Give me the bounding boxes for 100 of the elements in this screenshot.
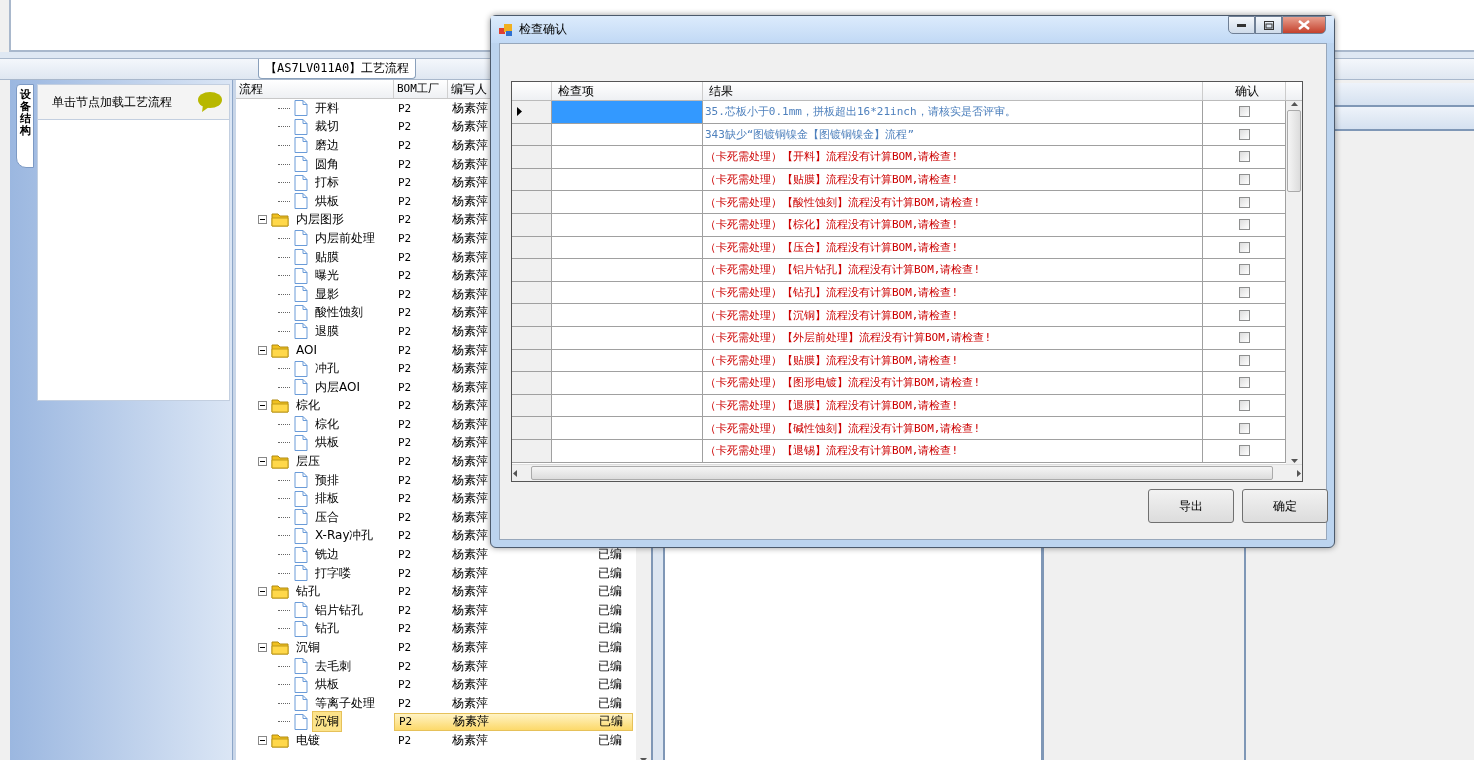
tree-node-label[interactable]: X-Ray冲孔 (312, 525, 377, 547)
tree-node-label[interactable]: 去毛刺 (312, 655, 354, 677)
tree-node-label[interactable]: 圆角 (312, 153, 342, 175)
table-cell-text: P2 (397, 157, 413, 171)
collapse-icon[interactable] (258, 457, 267, 467)
collapse-icon[interactable] (258, 401, 267, 411)
checkbox[interactable] (1238, 128, 1250, 140)
file-icon (294, 602, 308, 619)
table-cell[interactable] (552, 101, 703, 123)
table-cell-text: 杨素萍 (451, 415, 489, 433)
table-cell-text: 杨素萍 (451, 155, 489, 173)
tree-node-label[interactable]: 电镀 (293, 730, 323, 751)
checkbox[interactable] (1238, 445, 1250, 457)
checkbox[interactable] (1238, 174, 1250, 186)
panel-hint: 单击节点加载工艺流程 (52, 93, 172, 111)
scrollbar[interactable] (512, 464, 1302, 481)
table-cell-text: 杨素萍 (451, 471, 489, 489)
file-icon (294, 230, 308, 247)
checkbox[interactable] (1238, 264, 1250, 276)
file-icon (294, 472, 308, 489)
tree-node-label[interactable]: 钻孔 (312, 618, 342, 640)
tree-node-label[interactable]: 贴膜 (312, 246, 342, 268)
file-icon (294, 546, 308, 563)
table-cell: （卡死需处理）【贴膜】流程没有计算BOM,请检查! (703, 168, 1203, 191)
table-cell-text: P2 (397, 417, 413, 431)
checkbox[interactable] (1238, 377, 1250, 389)
folder-icon (271, 398, 289, 414)
table-cell-text: 杨素萍 (451, 341, 489, 359)
collapse-icon[interactable] (258, 345, 267, 355)
tree-node-label[interactable]: 烘板 (312, 432, 342, 454)
checkbox[interactable] (1238, 106, 1250, 118)
table-cell: 35.芯板小于0.1mm，拼板超出16*21inch，请核实是否评审。 (703, 101, 1203, 123)
table-cell: （卡死需处理）【沉铜】流程没有计算BOM,请检查! (703, 304, 1203, 326)
checkbox[interactable] (1238, 219, 1250, 231)
folder-icon (271, 454, 289, 470)
table-cell: （卡死需处理）【图形电镀】流程没有计算BOM,请检查! (703, 372, 1203, 394)
table-cell-text: 杨素萍 (451, 434, 489, 452)
file-icon (294, 435, 308, 451)
checkbox[interactable] (1238, 287, 1250, 299)
table-cell-text: P2 (397, 548, 413, 562)
row-header[interactable] (512, 101, 552, 123)
column-header[interactable]: 流程 (236, 80, 394, 98)
table-cell-text: P2 (397, 120, 413, 134)
file-icon (294, 174, 308, 191)
table-cell-text: P2 (397, 269, 413, 283)
scroll-thumb[interactable] (531, 466, 1273, 480)
tree-node-label[interactable]: 沉铜 (293, 637, 323, 658)
scrollbar[interactable] (1286, 101, 1302, 464)
maximize-button[interactable] (1255, 16, 1282, 34)
splitter-bar[interactable] (232, 80, 236, 760)
checkbox[interactable] (1238, 241, 1250, 253)
dialog-button[interactable]: 确定 (1242, 489, 1328, 523)
tree-node-label[interactable]: AOI (293, 341, 320, 359)
tree-node-label[interactable]: 裁切 (312, 116, 342, 138)
file-icon (294, 509, 308, 526)
file-icon (294, 118, 308, 135)
checkbox[interactable] (1238, 354, 1250, 366)
checkbox[interactable] (1238, 196, 1250, 208)
dialog-button[interactable]: 导出 (1148, 489, 1234, 523)
table-cell-text: 杨素萍 (451, 694, 489, 712)
table-cell-text: P2 (397, 641, 413, 654)
tree-node-label[interactable]: 磨边 (312, 135, 342, 156)
table-cell-text: 已编 (597, 657, 623, 675)
checkbox[interactable] (1238, 422, 1250, 434)
collapse-icon[interactable] (258, 215, 267, 225)
table-cell: 343缺少“图镀铜镍金【图镀铜镍金】流程” (703, 123, 1203, 146)
file-icon (294, 304, 308, 321)
close-icon (1298, 20, 1310, 30)
table-cell-text: 杨素萍 (451, 546, 489, 564)
table-cell: （卡死需处理）【铝片钻孔】流程没有计算BOM,请检查! (703, 259, 1203, 281)
minimize-button[interactable] (1228, 16, 1255, 34)
table-cell-text: P2 (397, 287, 413, 301)
side-tab[interactable]: 设备结构 (16, 84, 34, 168)
document-tab[interactable]: 【AS7LV011A0】工艺流程 (258, 59, 417, 79)
collapse-icon[interactable] (258, 736, 267, 745)
checkbox[interactable] (1238, 309, 1250, 321)
close-button[interactable] (1282, 16, 1326, 34)
table-cell-text: 杨素萍 (451, 583, 489, 601)
tree-node-label[interactable]: 开料 (312, 97, 342, 119)
collapse-icon[interactable] (258, 587, 267, 597)
file-icon (294, 658, 308, 675)
table-cell: （卡死需处理）【酸性蚀刻】流程没有计算BOM,请检查! (703, 191, 1203, 213)
checkbox[interactable] (1238, 151, 1250, 163)
collapse-icon[interactable] (258, 643, 267, 652)
scroll-right-icon[interactable] (1295, 469, 1302, 477)
table-cell-text: P2 (397, 678, 413, 692)
table-cell-text: 已编 (597, 583, 623, 601)
tree-node-label[interactable]: 沉铜 (312, 711, 342, 733)
scroll-thumb[interactable] (1287, 110, 1301, 192)
table-cell-text: P2 (398, 715, 414, 729)
file-icon (294, 323, 308, 340)
column-header[interactable]: 结果 (703, 82, 1203, 100)
column-header[interactable]: BOM工厂 (394, 80, 448, 98)
checkbox[interactable] (1238, 400, 1250, 411)
column-header[interactable]: 确认 (1203, 82, 1286, 100)
table-cell: （卡死需处理）【外层前处理】流程没有计算BOM,请检查! (703, 326, 1203, 349)
column-header[interactable]: 检查项 (552, 82, 703, 100)
scroll-left-icon[interactable] (512, 469, 519, 477)
checkbox[interactable] (1238, 332, 1250, 344)
table-cell-text: 已编 (597, 639, 623, 656)
